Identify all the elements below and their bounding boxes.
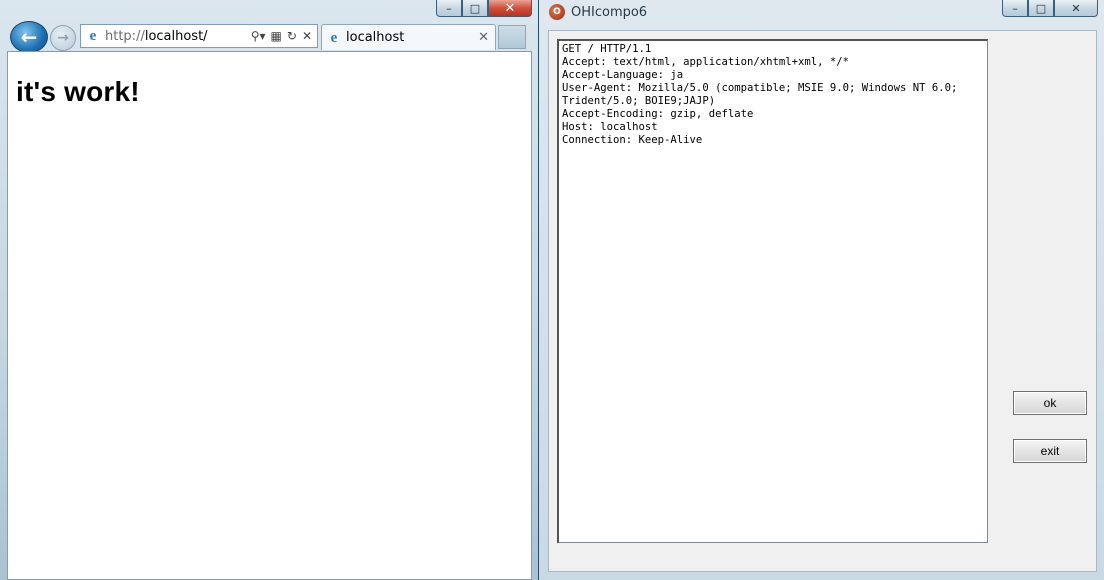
browser-window: – □ ✕ ← → e http:// localhost/ ⚲▾ ▦ ↻ ✕ … <box>0 0 539 580</box>
app-titlebar: O OHIcompo6 <box>549 4 647 20</box>
app-logo-icon: O <box>549 4 565 20</box>
page-heading: it's work! <box>16 76 140 107</box>
app-minimize-button[interactable]: – <box>1002 0 1028 17</box>
request-text-area[interactable]: GET / HTTP/1.1 Accept: text/html, applic… <box>557 39 988 543</box>
exit-button[interactable]: exit <box>1013 439 1087 463</box>
browser-content-area: it's work! <box>7 51 532 580</box>
compatibility-view-icon[interactable]: ▦ <box>271 29 282 43</box>
new-tab-button[interactable] <box>498 25 526 49</box>
back-arrow-icon[interactable]: ← <box>10 21 48 53</box>
browser-caption-buttons: – □ ✕ <box>436 0 532 17</box>
browser-maximize-button[interactable]: □ <box>462 0 488 17</box>
app-title: OHIcompo6 <box>571 4 648 20</box>
tab-ie-logo-icon: e <box>330 29 338 46</box>
address-bar[interactable]: e http:// localhost/ ⚲▾ ▦ ↻ ✕ <box>80 24 318 48</box>
app-maximize-button[interactable]: □ <box>1028 0 1054 17</box>
ie-logo-icon: e <box>89 28 97 44</box>
app-caption-buttons: – □ ✕ <box>1002 0 1098 17</box>
refresh-icon[interactable]: ↻ <box>287 29 297 43</box>
search-icon[interactable]: ⚲▾ <box>251 29 266 43</box>
app-client-area: GET / HTTP/1.1 Accept: text/html, applic… <box>548 30 1097 572</box>
address-tools: ⚲▾ ▦ ↻ ✕ <box>251 29 317 43</box>
url-scheme: http:// <box>105 28 145 44</box>
app-window: O OHIcompo6 – □ ✕ GET / HTTP/1.1 Accept:… <box>539 0 1104 580</box>
tab-close-icon[interactable]: ✕ <box>478 30 489 45</box>
forward-arrow-icon[interactable]: → <box>50 25 76 51</box>
url-host: localhost/ <box>144 28 208 44</box>
stop-icon[interactable]: ✕ <box>302 29 312 43</box>
browser-navbar: ← → e http:// localhost/ ⚲▾ ▦ ↻ ✕ e loca… <box>8 21 538 53</box>
tab-localhost[interactable]: e localhost ✕ <box>321 24 496 50</box>
ok-button[interactable]: ok <box>1013 391 1087 415</box>
browser-minimize-button[interactable]: – <box>436 0 462 17</box>
app-close-button[interactable]: ✕ <box>1054 0 1098 17</box>
browser-close-button[interactable]: ✕ <box>488 0 532 17</box>
tab-label: localhost <box>346 30 405 45</box>
